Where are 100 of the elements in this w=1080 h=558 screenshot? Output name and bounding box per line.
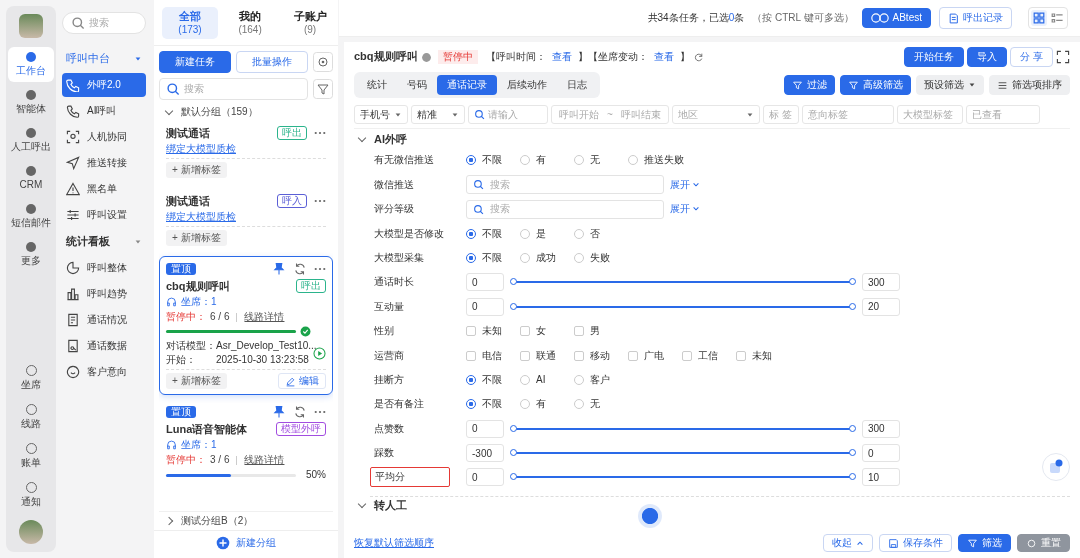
list-view-icon[interactable]	[1049, 10, 1065, 26]
header-button[interactable]: 导入	[967, 47, 1008, 67]
range-slider[interactable]	[513, 305, 853, 308]
max-value-field[interactable]: 20	[862, 297, 900, 316]
call-records-button[interactable]: 呼出记录	[939, 7, 1012, 29]
radio-option[interactable]: 不限	[466, 154, 510, 167]
radio-option[interactable]: 不限	[466, 398, 510, 411]
refresh-icon[interactable]	[293, 405, 307, 420]
checkbox-option[interactable]: 电信	[466, 349, 510, 362]
checkbox-option[interactable]: 联通	[520, 349, 564, 362]
radio-button[interactable]	[466, 399, 476, 410]
tab[interactable]: 后续动作	[497, 75, 557, 95]
max-value-field[interactable]: 10	[862, 468, 900, 487]
checkbox-option[interactable]: 广电	[628, 349, 672, 362]
settings-icon[interactable]	[313, 52, 333, 73]
range-slider[interactable]	[513, 281, 853, 284]
range-slider[interactable]	[513, 427, 853, 430]
checkbox-option[interactable]: 未知	[466, 325, 510, 338]
radio-option[interactable]: 不限	[466, 227, 510, 240]
tab[interactable]: 我的 (164)	[222, 7, 279, 40]
add-tag-button[interactable]: + 新增标签	[166, 230, 227, 247]
range-slider[interactable]	[513, 452, 853, 455]
radio-option[interactable]: 推送失败	[628, 154, 684, 167]
min-value-field[interactable]: 0	[466, 273, 504, 292]
rail-item[interactable]: 通知	[8, 477, 54, 513]
abtest-button[interactable]: ABtest	[861, 8, 931, 28]
header-button[interactable]: 分 享	[1010, 47, 1053, 67]
refresh-icon[interactable]	[692, 51, 704, 63]
max-value-field[interactable]: 300	[862, 419, 900, 438]
task-card[interactable]: 置顶 Luna语音智能体 模型外呼 坐席：1 暂停中： 3 / 6 线路详情 50%	[159, 399, 333, 488]
grid-view-icon[interactable]	[1031, 10, 1047, 26]
range-slider[interactable]	[513, 476, 853, 479]
rail-item[interactable]: 账单	[8, 438, 54, 474]
pin-icon[interactable]	[272, 405, 286, 420]
edit-button[interactable]: 编辑	[278, 373, 326, 390]
radio-button[interactable]	[466, 155, 476, 166]
checkbox[interactable]	[736, 350, 746, 361]
nav-group-title[interactable]: 呼叫中台	[66, 52, 110, 66]
radio-option[interactable]: 有	[520, 154, 564, 167]
more-icon[interactable]	[314, 131, 326, 136]
nav-item[interactable]: 通话情况	[62, 308, 146, 333]
max-value-field[interactable]: 300	[862, 273, 900, 292]
pin-icon[interactable]	[272, 262, 286, 277]
filter-tool-button[interactable]: 过滤	[784, 75, 835, 95]
reset-order-link[interactable]: 恢复默认筛选顺序	[354, 537, 434, 549]
radio-option[interactable]: 否	[574, 227, 618, 240]
avatar[interactable]	[19, 520, 43, 544]
rail-item[interactable]: 坐席	[8, 360, 54, 396]
group-title[interactable]: 默认分组（159）	[181, 106, 258, 119]
rail-item[interactable]: CRM	[8, 161, 54, 196]
checkbox-option[interactable]: 女	[520, 325, 564, 338]
quality-link[interactable]: 绑定大模型质检	[166, 143, 236, 156]
tab[interactable]: 号码	[397, 75, 437, 95]
nav-item[interactable]: 人机协同	[62, 125, 146, 150]
checkbox[interactable]	[574, 350, 584, 361]
nav-item[interactable]: 呼叫趋势	[62, 282, 146, 307]
checkbox[interactable]	[520, 326, 530, 337]
checkbox-option[interactable]: 未知	[736, 349, 780, 362]
nav-item[interactable]: 客户意向	[62, 360, 146, 385]
rail-item[interactable]: 智能体	[8, 85, 54, 120]
filter-tool-button[interactable]: 筛选项排序	[989, 75, 1070, 95]
select-field[interactable]: 手机号	[354, 105, 408, 124]
radio-option[interactable]: 客户	[574, 373, 618, 386]
nav-item[interactable]: 呼叫设置	[62, 203, 146, 228]
more-icon[interactable]	[314, 410, 326, 415]
radio-button[interactable]	[466, 228, 476, 239]
min-value-field[interactable]: 0	[466, 297, 504, 316]
line-details-link[interactable]: 线路详情	[244, 311, 285, 324]
widget-icon[interactable]	[1042, 453, 1070, 481]
expand-link[interactable]: 展开	[670, 203, 700, 216]
avatar[interactable]	[19, 14, 43, 38]
line-details-link[interactable]: 线路详情	[244, 454, 285, 467]
min-value-field[interactable]: 0	[466, 468, 504, 487]
nav-item[interactable]: 呼叫整体	[62, 256, 146, 281]
header-button[interactable]: 开始任务	[904, 47, 965, 67]
rail-item[interactable]: 更多	[8, 237, 54, 272]
radio-option[interactable]: 不限	[466, 373, 510, 386]
select-field[interactable]: 精准	[411, 105, 465, 124]
tab[interactable]: 日志	[557, 75, 597, 95]
nav-item[interactable]: 外呼2.0	[62, 73, 146, 98]
filter-icon[interactable]	[313, 79, 333, 100]
rail-item[interactable]: 短信邮件	[8, 199, 54, 234]
radio-button[interactable]	[466, 374, 476, 385]
radio-option[interactable]: 无	[574, 398, 618, 411]
rail-item[interactable]: 工作台	[8, 47, 54, 82]
checkbox[interactable]	[682, 350, 692, 361]
checkbox-option[interactable]: 工信	[682, 349, 726, 362]
group-title[interactable]: 测试分组B（2）	[181, 515, 254, 527]
refresh-icon[interactable]	[293, 262, 307, 277]
radio-option[interactable]: 是	[520, 227, 564, 240]
section-title[interactable]: AI外呼	[374, 133, 407, 147]
task-card[interactable]: 置顶 cbq规则呼叫 呼出 坐席：1 暂停中： 6 / 6 线路详情 对话模型：Asr_Develop_Test10... 开始： 2025-10-30 13:23:58 + 新增标签 编辑	[159, 256, 333, 396]
view-link[interactable]: 查看	[551, 51, 572, 63]
radio-option[interactable]: 不限	[466, 251, 510, 264]
nav-item[interactable]: 通话数据	[62, 334, 146, 359]
assistant-button[interactable]	[638, 504, 662, 528]
save-conditions-button[interactable]: 保存条件	[879, 534, 952, 552]
nav-item[interactable]: 推送转接	[62, 151, 146, 176]
radio-option[interactable]: 有	[520, 398, 564, 411]
batch-button[interactable]: 批量操作	[236, 51, 308, 74]
